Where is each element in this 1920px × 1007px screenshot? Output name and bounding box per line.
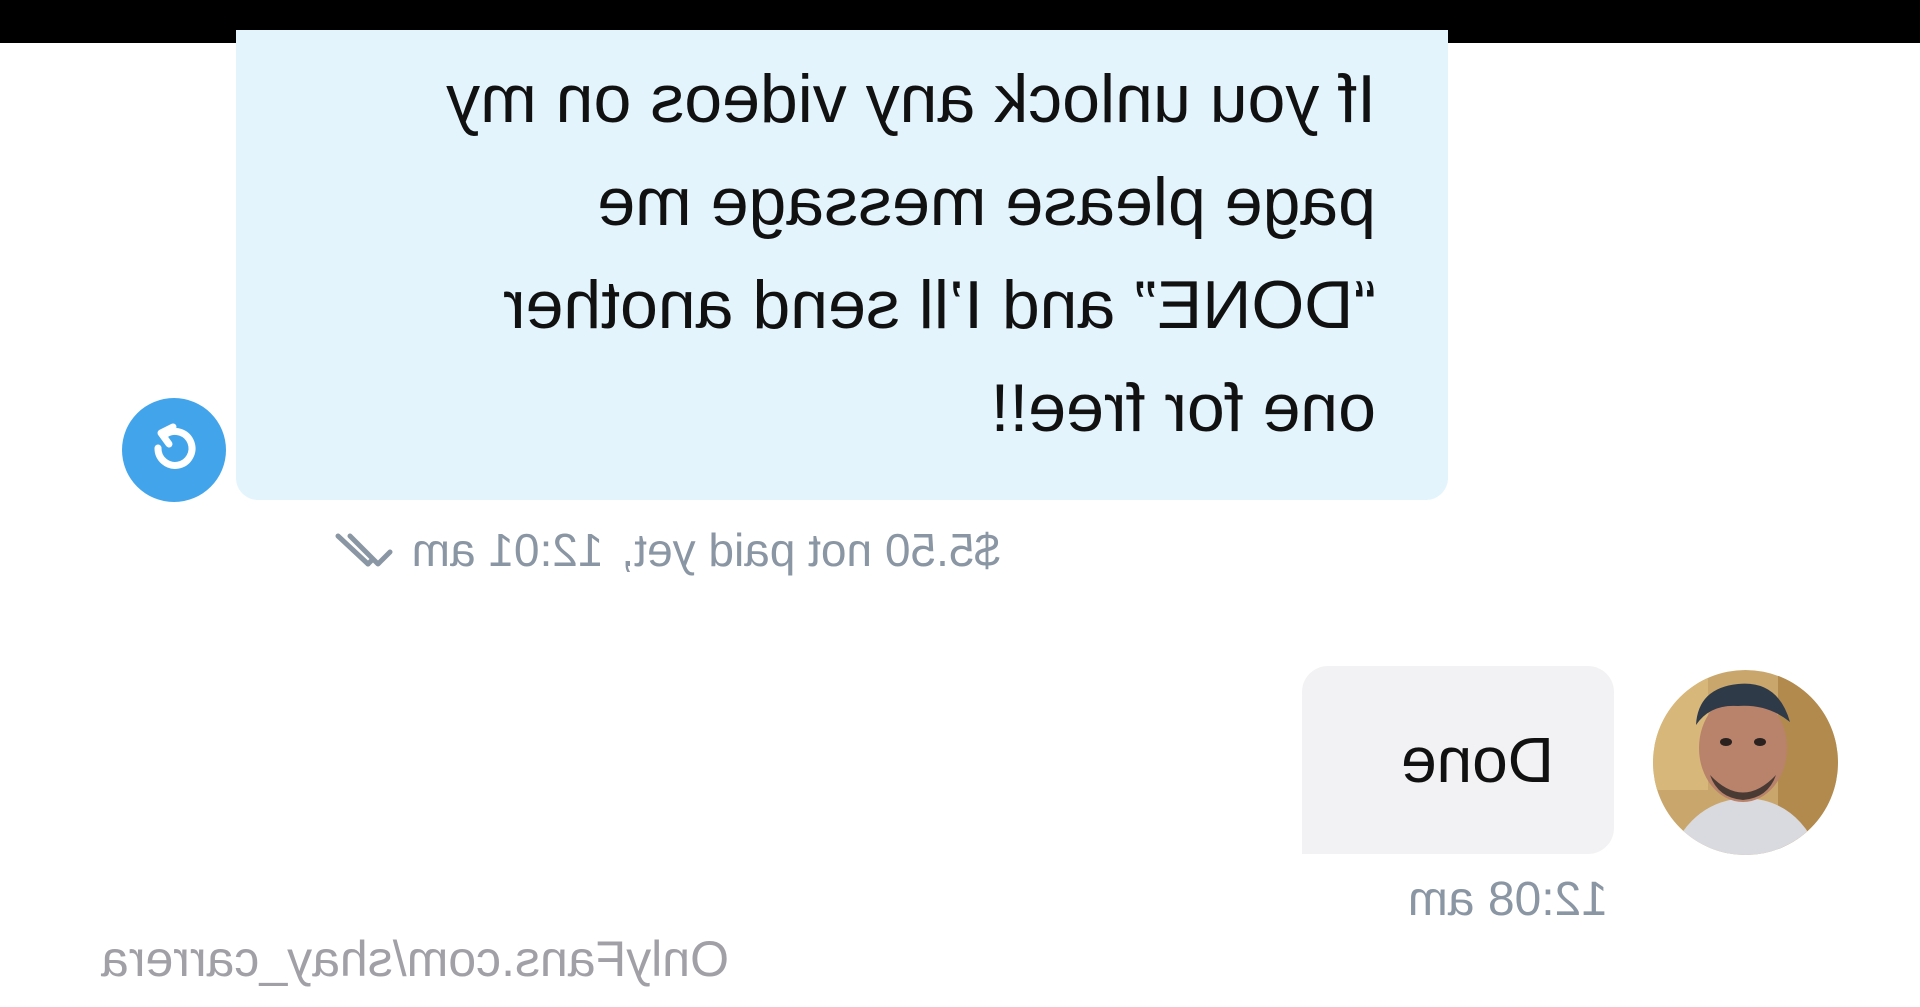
double-check-icon <box>324 530 394 570</box>
outgoing-message-text: Done <box>1401 724 1554 796</box>
outgoing-message-bubble[interactable]: Done <box>1302 666 1614 854</box>
user-avatar[interactable] <box>1653 670 1838 855</box>
incoming-message-meta: $5.50 not paid yet, 12:01 am <box>324 520 1000 580</box>
incoming-message-time: 12:01 am <box>411 524 604 576</box>
repeat-icon[interactable] <box>122 398 226 502</box>
outgoing-message-time: 12:08 am <box>1407 873 1608 926</box>
chat-screen: If you unlock any videos on my page plea… <box>0 0 1920 1007</box>
watermark: OnlyFans.com/shay_carrera <box>100 931 729 987</box>
incoming-message-bubble[interactable]: If you unlock any videos on my page plea… <box>236 30 1448 500</box>
incoming-message-text: If you unlock any videos on my page plea… <box>446 61 1376 446</box>
price-status: $5.50 not paid yet, <box>621 524 1000 576</box>
